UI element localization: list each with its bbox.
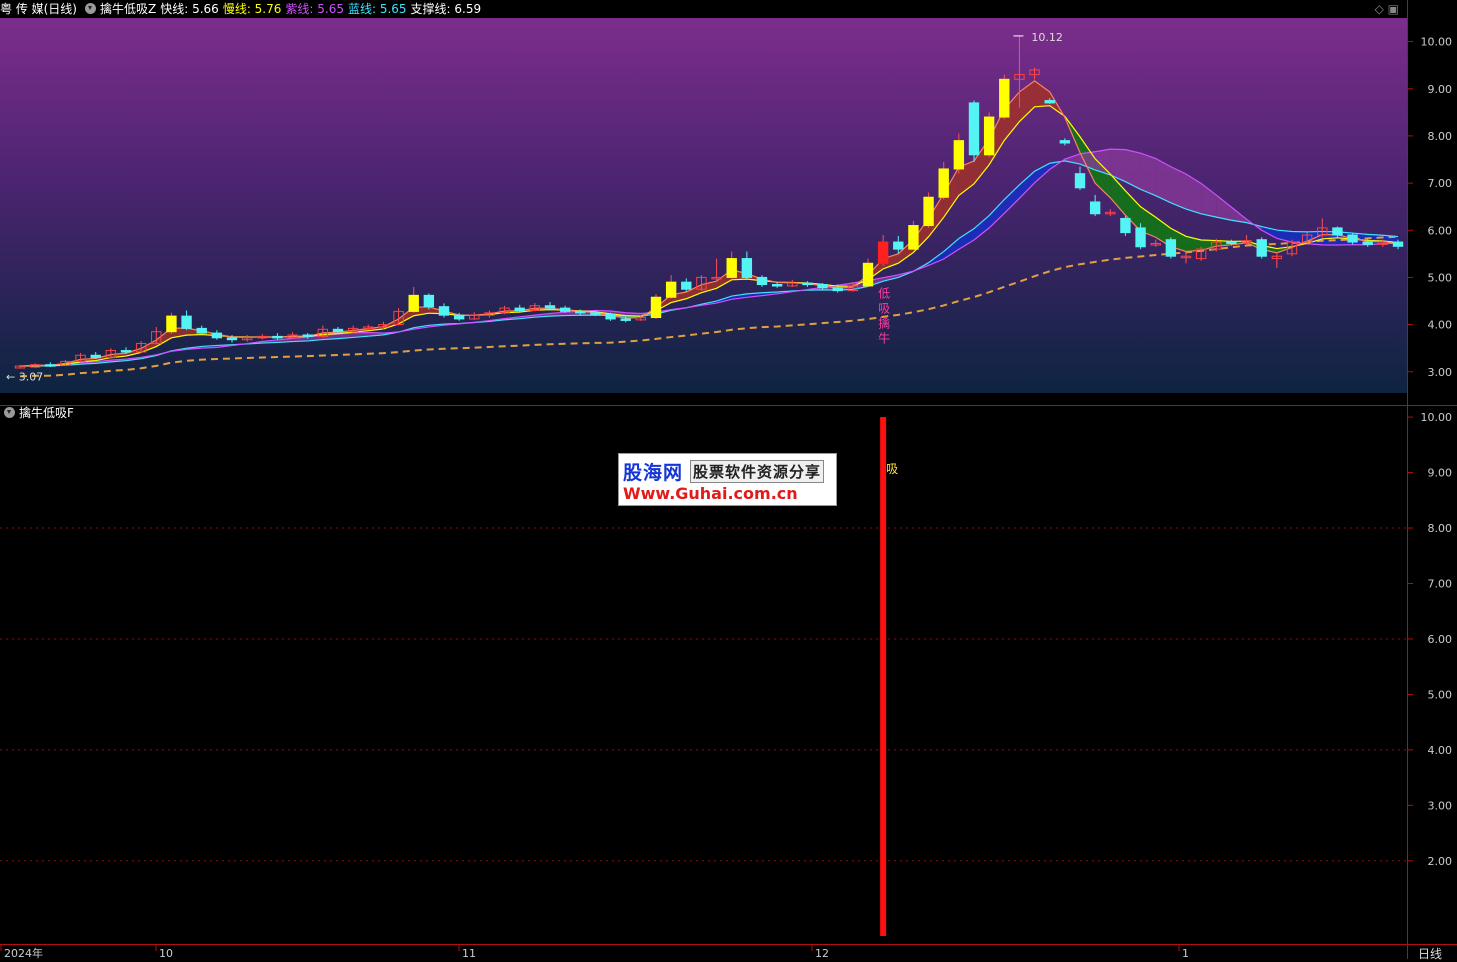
lower-ytick-label: 8.00: [1428, 522, 1453, 535]
upper-ytick-label: 9.00: [1428, 83, 1453, 96]
candle-body: [818, 285, 827, 288]
candle-body: [727, 259, 736, 278]
candle-body: [1121, 218, 1130, 232]
candle-body: [167, 316, 176, 332]
candle-body: [1348, 235, 1357, 242]
signal-bar: [880, 417, 886, 936]
signal-char: 吸: [878, 302, 890, 316]
lower-panel-title[interactable]: 擒牛低吸F: [19, 406, 74, 420]
candle-body: [1166, 240, 1175, 257]
high-price-label: 10.12: [1031, 31, 1063, 44]
candle-body: [803, 283, 812, 285]
upper-ytick-label: 7.00: [1428, 177, 1453, 190]
lower-panel-header: 擒牛低吸F: [0, 405, 300, 421]
candle-body: [1136, 228, 1145, 247]
watermark-logo: 股海网 股票软件资源分享 Www.Guhai.com.cn: [618, 453, 837, 506]
candle-body: [742, 259, 751, 278]
candle-body: [1075, 174, 1084, 188]
candle-body: [212, 333, 221, 338]
xtick-label: 11: [462, 947, 476, 959]
candle-body: [1257, 240, 1266, 257]
watermark-brand: 股海网: [623, 458, 683, 485]
candle-body: [666, 282, 675, 297]
candle-body: [591, 313, 600, 315]
watermark-url: Www.Guhai.com.cn: [623, 484, 798, 503]
candle-body: [954, 141, 963, 169]
candle-body: [454, 315, 463, 319]
candle-body: [878, 242, 887, 263]
candle-body: [333, 329, 342, 331]
candle-body: [969, 103, 978, 155]
watermark-tagline: 股票软件资源分享: [690, 460, 824, 483]
candle-body: [121, 351, 130, 353]
upper-ytick-label: 5.00: [1428, 271, 1453, 284]
candle-body: [227, 338, 236, 340]
candle-body: [772, 285, 781, 287]
candle-body: [545, 306, 554, 308]
candle-body: [682, 282, 691, 289]
xtick-label: 1: [1182, 947, 1189, 959]
lower-ytick-label: 10.00: [1421, 411, 1453, 424]
candle-body: [303, 335, 312, 337]
lower-ytick-label: 9.00: [1428, 467, 1453, 480]
candle-body: [560, 308, 569, 311]
upper-ytick-label: 6.00: [1428, 224, 1453, 237]
candle-body: [909, 226, 918, 250]
low-price-label: ← 3.07: [6, 370, 43, 383]
candle-body: [606, 314, 615, 319]
lower-ytick-label: 4.00: [1428, 744, 1453, 757]
signal-char: 擒: [878, 316, 890, 331]
candle-body: [409, 295, 418, 311]
lower-ytick-label: 7.00: [1428, 577, 1453, 590]
candle-body: [1000, 79, 1009, 117]
candle-body: [197, 328, 206, 333]
candle-body: [1363, 242, 1372, 244]
candle-body: [1045, 101, 1054, 103]
xtick-label: 12: [815, 947, 829, 959]
upper-ytick-label: 10.00: [1421, 36, 1453, 49]
upper-ytick-label: 4.00: [1428, 319, 1453, 332]
candle-body: [1090, 202, 1099, 214]
candle-body: [651, 297, 660, 317]
lower-ytick-label: 5.00: [1428, 688, 1453, 701]
candle-body: [757, 277, 766, 284]
candle-body: [91, 355, 100, 357]
upper-ytick-label: 8.00: [1428, 130, 1453, 143]
candle-body: [833, 288, 842, 291]
lower-ytick-label: 2.00: [1428, 855, 1453, 868]
candle-body: [1227, 242, 1236, 244]
candle-body: [273, 336, 282, 338]
candle-body: [1393, 242, 1402, 246]
candle-body: [182, 316, 191, 328]
upper-panel-gap: [0, 393, 1407, 405]
candle-body: [939, 169, 948, 197]
candle-body: [515, 308, 524, 310]
signal-bar-label: 吸: [886, 462, 898, 476]
candle-body: [46, 365, 55, 367]
candle-body: [924, 197, 933, 225]
lower-ytick-label: 3.00: [1428, 799, 1453, 812]
lower-ytick-label: 6.00: [1428, 633, 1453, 646]
xtick-label: 10: [159, 947, 173, 959]
upper-ytick-label: 3.00: [1428, 366, 1453, 379]
candle-body: [621, 319, 630, 321]
candle-body: [984, 117, 993, 155]
candle-body: [439, 307, 448, 315]
period-label[interactable]: 日线: [1418, 945, 1442, 962]
xtick-label: 2024年: [4, 946, 43, 959]
signal-char: 低: [878, 287, 890, 301]
candle-body: [894, 242, 903, 249]
ribbon-purple-blue: [1141, 153, 1156, 196]
candle-body: [424, 295, 433, 306]
candle-body: [576, 311, 585, 313]
candle-body: [863, 263, 872, 286]
signal-char: 牛: [878, 331, 890, 346]
dropdown-icon[interactable]: [4, 407, 15, 418]
candle-body: [1333, 228, 1342, 235]
candle-body: [1060, 141, 1069, 143]
